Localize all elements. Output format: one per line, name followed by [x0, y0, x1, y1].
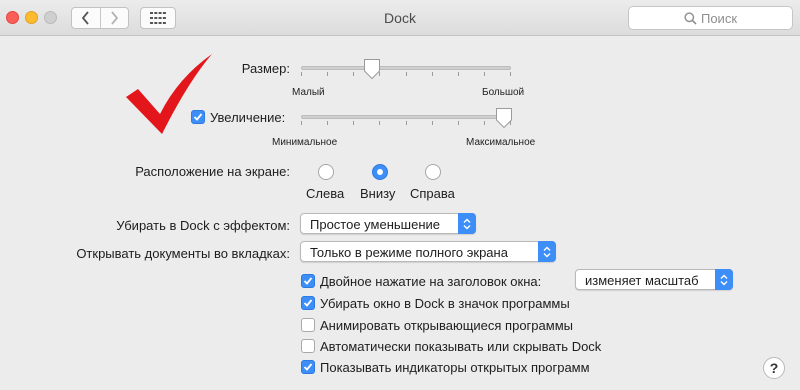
slider-tick — [406, 72, 407, 76]
minimize-to-icon-label: Убирать окно в Dock в значок программы — [320, 296, 570, 311]
updown-arrows-icon — [458, 213, 476, 234]
magnification-slider-thumb[interactable] — [495, 107, 513, 129]
help-button[interactable]: ? — [763, 357, 785, 379]
updown-arrows-icon — [715, 269, 733, 290]
position-label: Расположение на экране: — [135, 164, 290, 179]
slider-tick — [484, 121, 485, 125]
double-click-value: изменяет масштаб — [585, 273, 699, 288]
checkmark-icon — [303, 277, 313, 285]
position-left-label: Слева — [306, 186, 345, 201]
slider-tick — [484, 72, 485, 76]
minimize-effect-popup[interactable]: Простое уменьшение — [300, 213, 476, 234]
size-label: Размер: — [241, 61, 290, 76]
size-max-label: Большой — [482, 87, 525, 98]
animate-opening-label: Анимировать открывающиеся программы — [320, 318, 573, 333]
slider-tick — [432, 72, 433, 76]
magnification-label: Увеличение: — [210, 110, 286, 125]
minimize-effect-label: Убирать в Dock с эффектом: — [116, 218, 290, 233]
magnification-checkbox[interactable] — [191, 110, 205, 124]
double-click-label: Двойное нажатие на заголовок окна: — [320, 274, 542, 289]
animate-opening-checkbox[interactable] — [301, 318, 315, 332]
autohide-dock-checkbox[interactable] — [301, 339, 315, 353]
position-left-radio[interactable] — [318, 164, 334, 180]
size-slider-ticks — [301, 72, 511, 76]
position-bottom-radio[interactable] — [372, 164, 388, 180]
slider-tick — [327, 121, 328, 125]
slider-tick — [458, 121, 459, 125]
slider-tick — [353, 72, 354, 76]
slider-tick — [510, 72, 511, 76]
minimize-to-icon-checkbox[interactable] — [301, 296, 315, 310]
checkmark-icon — [303, 363, 313, 371]
updown-arrows-icon — [538, 241, 556, 262]
double-click-checkbox[interactable] — [301, 274, 315, 288]
slider-tick — [353, 121, 354, 125]
open-in-tabs-label: Открывать документы во вкладках: — [76, 246, 290, 261]
slider-tick — [406, 121, 407, 125]
magnification-slider-ticks — [301, 121, 511, 125]
search-placeholder: Поиск — [700, 10, 738, 26]
magnification-max-label: Максимальное — [466, 137, 536, 148]
slider-tick — [432, 121, 433, 125]
size-min-label: Малый — [292, 87, 325, 98]
checkmark-icon — [303, 299, 313, 307]
autohide-dock-label: Автоматически показывать или скрывать Do… — [320, 339, 602, 354]
magnification-min-label: Минимальное — [272, 137, 338, 148]
minimize-effect-value: Простое уменьшение — [310, 217, 440, 232]
size-slider-thumb[interactable] — [363, 58, 381, 80]
size-slider-track[interactable] — [301, 66, 511, 70]
slider-tick — [458, 72, 459, 76]
show-indicators-checkbox[interactable] — [301, 360, 315, 374]
show-indicators-label: Показывать индикаторы открытых программ — [320, 360, 590, 375]
position-bottom-label: Внизу — [360, 186, 396, 201]
slider-tick — [301, 72, 302, 76]
title-bar: Dock Поиск — [0, 0, 800, 36]
checkmark-icon — [193, 113, 203, 121]
slider-tick — [327, 72, 328, 76]
slider-tick — [379, 121, 380, 125]
open-in-tabs-value: Только в режиме полного экрана — [310, 245, 508, 260]
position-right-radio[interactable] — [425, 164, 441, 180]
magnification-slider-track[interactable] — [301, 115, 511, 119]
search-field[interactable]: Поиск — [628, 6, 793, 30]
position-right-label: Справа — [410, 186, 455, 201]
double-click-popup[interactable]: изменяет масштаб — [575, 269, 733, 290]
magnifier-icon — [684, 11, 697, 25]
slider-tick — [301, 121, 302, 125]
open-in-tabs-popup[interactable]: Только в режиме полного экрана — [300, 241, 556, 262]
